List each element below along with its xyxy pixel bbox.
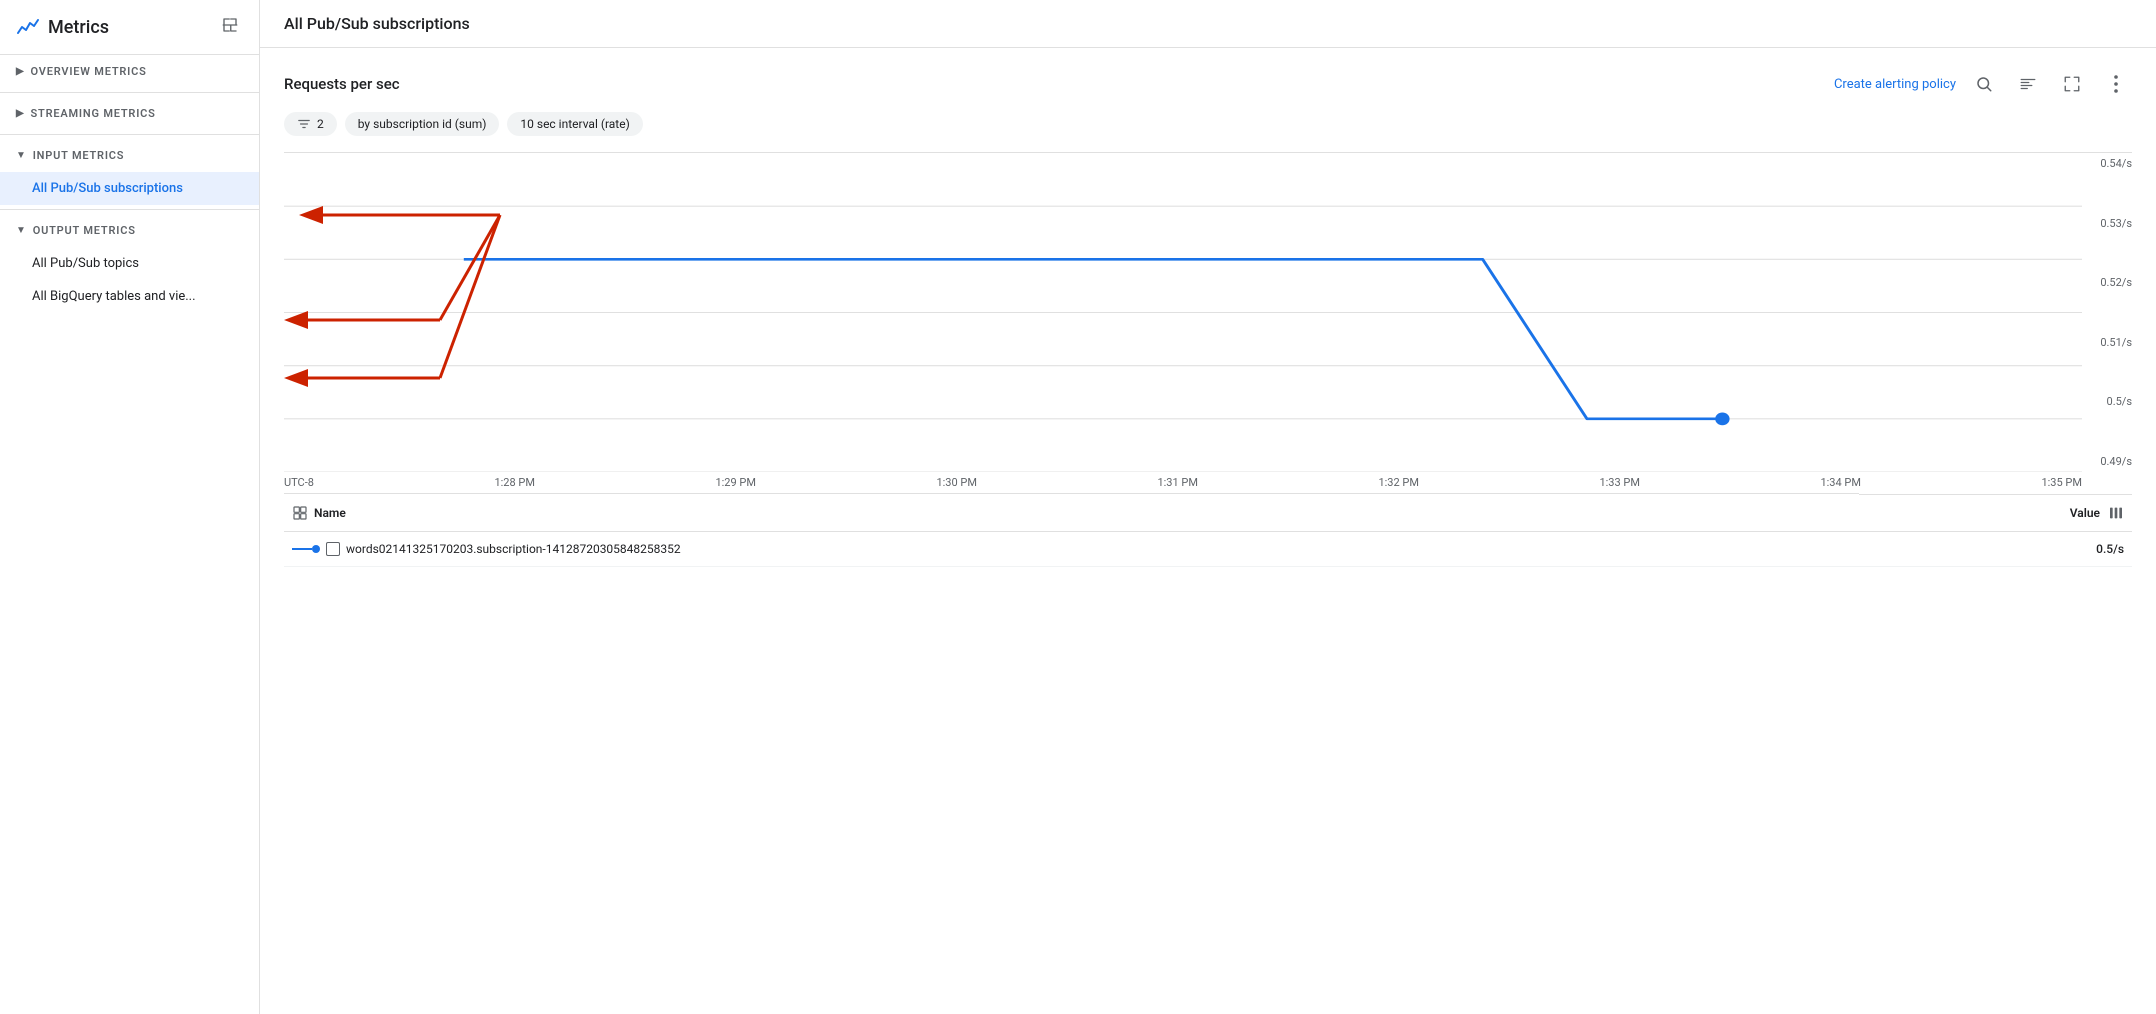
x-label-8: 1:35 PM: [2041, 476, 2081, 489]
table-name-header-label: Name: [314, 506, 346, 520]
y-label-3: 0.52/s: [2084, 276, 2132, 289]
y-label-1: 0.54/s: [2084, 157, 2132, 170]
series-name-label: words02141325170203.subscription-1412872…: [346, 542, 681, 556]
chevron-down-icon-2: ▼: [16, 225, 27, 236]
table-header-value: Value: [1859, 494, 2132, 532]
search-icon: [1975, 75, 1993, 93]
y-label-4: 0.51/s: [2084, 336, 2132, 349]
more-options-button[interactable]: [2100, 68, 2132, 100]
sidebar-section-input: ▼ INPUT METRICS All Pub/Sub subscription…: [0, 139, 259, 205]
columns-icon[interactable]: [2108, 505, 2124, 521]
sidebar-section-streaming: ▶ STREAMING METRICS: [0, 97, 259, 130]
collapse-icon: [221, 16, 239, 34]
sidebar-section-header-output[interactable]: ▼ OUTPUT METRICS: [0, 214, 259, 247]
filter-chip-count[interactable]: 2: [284, 112, 337, 136]
filter-icon: [297, 117, 311, 131]
filter-chip-interval[interactable]: 10 sec interval (rate): [507, 112, 642, 136]
data-table: Name Value: [284, 493, 2132, 567]
sidebar: Metrics ▶ OVERVIEW METRICS ▶ STREAMING M…: [0, 0, 260, 1014]
main-content: All Pub/Sub subscriptions Requests per s…: [260, 0, 2156, 1014]
divider-3: [0, 209, 259, 210]
sidebar-section-header-overview[interactable]: ▶ OVERVIEW METRICS: [0, 55, 259, 88]
sidebar-section-label-output: OUTPUT METRICS: [33, 224, 136, 237]
y-label-2: 0.53/s: [2084, 217, 2132, 230]
series-dot-indicator: [312, 545, 320, 553]
y-label-6: 0.49/s: [2084, 455, 2132, 468]
grid-table-icon: [292, 505, 308, 521]
filter-row: 2 by subscription id (sum) 10 sec interv…: [284, 112, 2132, 136]
search-button[interactable]: [1968, 68, 2000, 100]
x-axis-labels: UTC-8 1:28 PM 1:29 PM 1:30 PM 1:31 PM 1:…: [284, 472, 2082, 493]
fullscreen-icon: [2063, 75, 2081, 93]
sidebar-section-label-overview: OVERVIEW METRICS: [31, 65, 147, 78]
y-label-5: 0.5/s: [2084, 395, 2132, 408]
grid-icon: [292, 505, 308, 521]
page-title: All Pub/Sub subscriptions: [260, 0, 2156, 48]
sidebar-logo: Metrics: [16, 15, 109, 39]
sidebar-section-label-streaming: STREAMING METRICS: [31, 107, 156, 120]
x-label-6: 1:33 PM: [1599, 476, 1639, 489]
filter-chip-group[interactable]: by subscription id (sum): [345, 112, 500, 136]
column-chooser-icon: [2108, 505, 2124, 521]
chevron-down-icon: ▼: [16, 150, 27, 161]
sidebar-section-output: ▼ OUTPUT METRICS All Pub/Sub topics All …: [0, 214, 259, 313]
sidebar-section-header-streaming[interactable]: ▶ STREAMING METRICS: [0, 97, 259, 130]
sidebar-item-bigquery[interactable]: All BigQuery tables and vie...: [0, 280, 259, 313]
table-cell-value: 0.5/s: [1859, 532, 2132, 567]
divider-2: [0, 134, 259, 135]
chart-title-row: Requests per sec Create alerting policy: [284, 68, 2132, 100]
divider-1: [0, 92, 259, 93]
sidebar-section-overview: ▶ OVERVIEW METRICS: [0, 55, 259, 88]
x-label-4: 1:31 PM: [1157, 476, 1197, 489]
chart-title: Requests per sec: [284, 75, 400, 93]
legend-icon: [2019, 75, 2037, 93]
series-line-indicator: [292, 548, 312, 550]
x-label-2: 1:29 PM: [715, 476, 755, 489]
chart-svg: [284, 153, 2082, 472]
sidebar-collapse-button[interactable]: [217, 12, 243, 42]
sidebar-section-header-input[interactable]: ▼ INPUT METRICS: [0, 139, 259, 172]
more-icon: [2114, 75, 2118, 93]
metrics-logo-icon: [16, 15, 40, 39]
series-checkbox[interactable]: [326, 542, 340, 556]
sidebar-section-label-input: INPUT METRICS: [33, 149, 125, 162]
x-label-1: 1:28 PM: [494, 476, 534, 489]
chart-container: Requests per sec Create alerting policy: [260, 48, 2156, 1014]
x-label-5: 1:32 PM: [1378, 476, 1418, 489]
sidebar-item-pubsub-subscriptions[interactable]: All Pub/Sub subscriptions: [0, 172, 259, 205]
chevron-right-icon-2: ▶: [16, 108, 25, 119]
chevron-right-icon: ▶: [16, 66, 25, 77]
sidebar-item-pubsub-topics[interactable]: All Pub/Sub topics: [0, 247, 259, 280]
table-value-header-label: Value: [2070, 506, 2100, 520]
table-cell-name: words02141325170203.subscription-1412872…: [284, 532, 1859, 567]
y-axis-labels: 0.54/s 0.53/s 0.52/s 0.51/s 0.5/s 0.49/s: [2084, 153, 2132, 472]
create-alert-link[interactable]: Create alerting policy: [1834, 77, 1956, 92]
filter-interval-label: 10 sec interval (rate): [520, 117, 629, 131]
chart-actions: Create alerting policy: [1834, 68, 2132, 100]
sidebar-header: Metrics: [0, 0, 259, 55]
table-header-name: Name: [284, 494, 1859, 532]
legend-button[interactable]: [2012, 68, 2044, 100]
filter-lines-icon: [297, 117, 311, 131]
filter-group-label: by subscription id (sum): [358, 117, 487, 131]
filter-count-label: 2: [317, 117, 324, 131]
table-header-row: Name Value: [284, 494, 2132, 532]
sidebar-title: Metrics: [48, 17, 109, 38]
x-label-0: UTC-8: [284, 476, 314, 489]
x-label-3: 1:30 PM: [936, 476, 976, 489]
fullscreen-button[interactable]: [2056, 68, 2088, 100]
x-label-7: 1:34 PM: [1820, 476, 1860, 489]
table-row: words02141325170203.subscription-1412872…: [284, 532, 2132, 567]
chart-area: 0.54/s 0.53/s 0.52/s 0.51/s 0.5/s 0.49/s: [284, 152, 2132, 472]
